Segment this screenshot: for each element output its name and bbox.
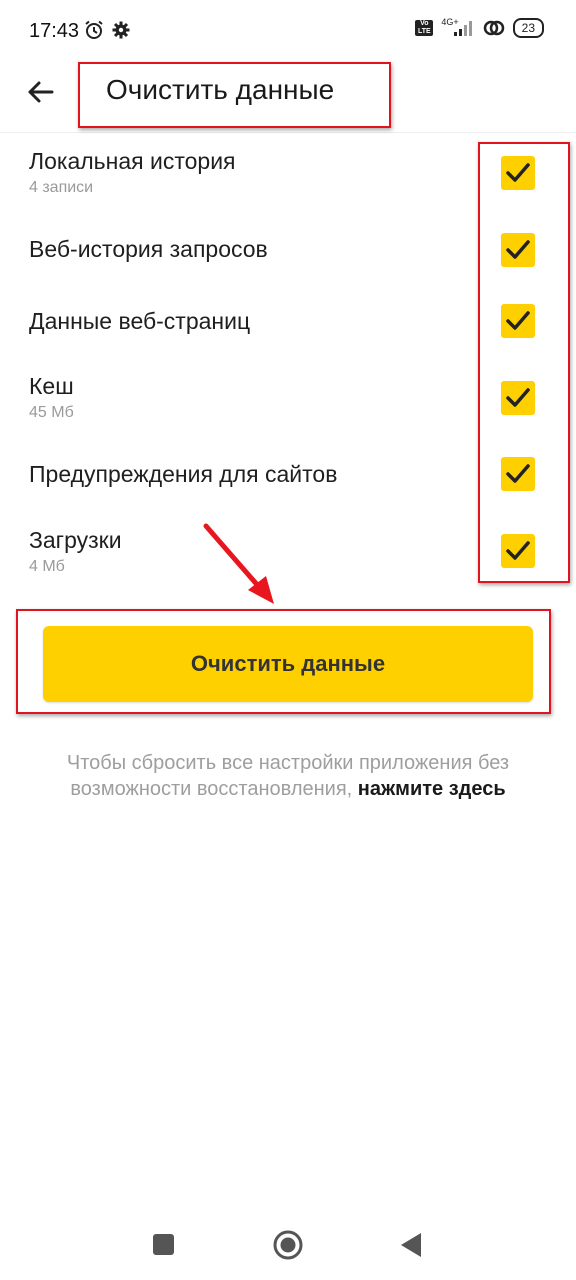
volte-badge: Vo LTE [415, 20, 434, 36]
option-subtext: 4 Мб [29, 558, 65, 575]
status-left-icons [84, 20, 130, 40]
clear-data-button[interactable]: Очистить данные [43, 626, 533, 702]
status-time: 17:43 [29, 20, 80, 42]
option-subtext: 45 Мб [29, 404, 74, 421]
reset-notice: Чтобы сбросить все настройки приложения … [30, 750, 546, 802]
battery-icon: 23 [512, 18, 544, 38]
option-label: Кеш [29, 373, 74, 399]
option-subtext: 4 записи [29, 179, 94, 196]
reset-link[interactable]: нажмите здесь [358, 778, 506, 800]
status-right-icons: Vo LTE 4G+ 23 [415, 17, 544, 38]
title-highlight-box [78, 62, 391, 128]
option-label: Загрузки [29, 527, 122, 553]
option-label: Предупреждения для сайтов [29, 461, 338, 487]
recents-square-icon[interactable] [153, 1234, 174, 1255]
gear-icon [112, 21, 130, 39]
alarm-icon [85, 20, 103, 39]
option-label: Веб-история запросов [29, 236, 268, 262]
back-triangle-icon[interactable] [399, 1232, 423, 1258]
arrow-left-icon[interactable] [24, 74, 60, 110]
option-label: Локальная история [29, 148, 236, 174]
checkboxes-highlight-box [478, 142, 570, 583]
annotation-arrow-icon [203, 523, 274, 604]
link-icon [483, 20, 504, 36]
network-type: 4G+ [441, 17, 459, 27]
option-label: Данные веб-страниц [29, 308, 251, 334]
status-bar: 17:43 Vo LTE 4G+ 23 [0, 0, 576, 62]
home-circle-icon[interactable] [272, 1229, 304, 1261]
